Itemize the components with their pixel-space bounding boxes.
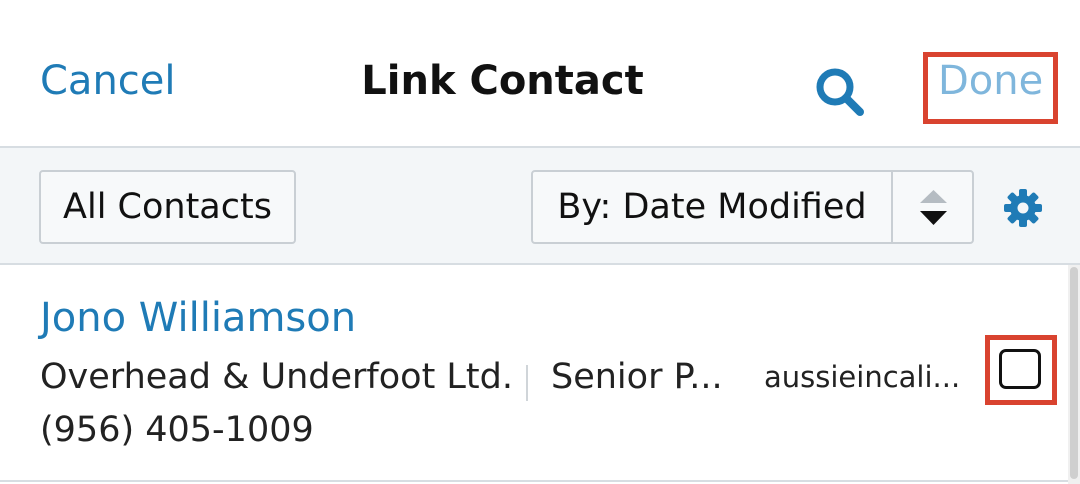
list-toolbar: All Contacts By: Date Modified: [0, 148, 1080, 265]
done-button[interactable]: Done: [938, 58, 1043, 104]
settings-button[interactable]: [1003, 188, 1043, 228]
sort-dropdown[interactable]: By: Date Modified: [531, 170, 974, 244]
contact-email: aussieincali...: [764, 360, 961, 394]
select-checkbox[interactable]: [999, 349, 1041, 389]
filter-button[interactable]: All Contacts: [39, 170, 296, 244]
gear-icon: [1004, 189, 1042, 227]
search-button[interactable]: [814, 66, 866, 118]
list-item: Jono Williamson Overhead & Underfoot Ltd…: [0, 265, 1068, 482]
sort-label: By: Date Modified: [533, 172, 893, 242]
contact-title: Senior P...: [551, 357, 723, 397]
field-divider: [526, 365, 528, 401]
contact-company: Overhead & Underfoot Ltd.: [40, 357, 513, 397]
scrollbar-thumb[interactable]: [1070, 267, 1078, 479]
sort-arrows-icon: [920, 190, 947, 225]
contact-name-link[interactable]: Jono Williamson: [40, 295, 356, 341]
sort-toggle[interactable]: [893, 172, 974, 242]
header-bar: Cancel Link Contact Done: [0, 0, 1080, 148]
search-icon: [816, 68, 864, 116]
contact-phone: (956) 405-1009: [40, 410, 314, 450]
scrollbar[interactable]: [1068, 265, 1080, 484]
